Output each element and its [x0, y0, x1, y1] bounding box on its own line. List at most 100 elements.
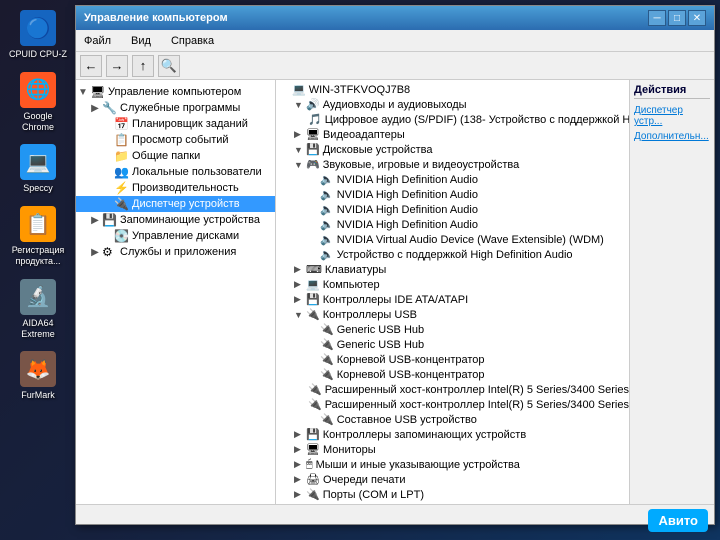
device-item-26[interactable]: ▶ 🖨 Очереди печати	[276, 472, 629, 487]
desktop-icon-speccy[interactable]: 💻 Speccy	[8, 144, 68, 194]
menu-file[interactable]: Файл	[80, 34, 115, 48]
dev-icon: 🔈	[320, 248, 334, 261]
device-item-12[interactable]: ▶ ⌨ Клавиатуры	[276, 262, 629, 277]
tree-label: Производительность	[132, 182, 239, 194]
desktop-icon-chrome[interactable]: 🌐 Google Chrome	[8, 72, 68, 133]
device-item-20[interactable]: 🔌 Расширенный хост-контроллер Intel(R) 5…	[276, 382, 629, 397]
left-tree-item-10[interactable]: ▶ ⚙ Службы и приложения	[76, 244, 275, 260]
left-tree-item-9[interactable]: 💽 Управление дисками	[76, 228, 275, 244]
search-button[interactable]: 🔍	[158, 55, 180, 77]
dev-icon: 🔌	[320, 353, 334, 366]
left-panel[interactable]: ▼ 🖥 Управление компьютером ▶ 🔧 Служебные…	[76, 80, 276, 504]
dev-icon: 🖥	[306, 128, 320, 141]
device-item-1[interactable]: ▼ 🔊 Аудиовходы и аудиовыходы	[276, 97, 629, 112]
dev-label: Компьютер	[323, 279, 380, 291]
up-button[interactable]: ↑	[132, 55, 154, 77]
dev-label: Цифровое аудио (S/PDIF) (138- Устройство…	[325, 114, 629, 126]
dev-icon: 💻	[306, 278, 320, 291]
expand-arrow: ▶	[294, 279, 306, 290]
left-tree-item-2[interactable]: 📅 Планировщик заданий	[76, 116, 275, 132]
right-panel[interactable]: 💻 WIN-3TFKVOQJ7B8 ▼ 🔊 Аудиовходы и аудио…	[276, 80, 629, 504]
actions-title: Действия	[634, 84, 710, 99]
dev-icon: 🔊	[306, 98, 320, 111]
left-tree-item-3[interactable]: 📋 Просмотр событий	[76, 132, 275, 148]
dev-label: Generic USB Hub	[337, 339, 424, 351]
desktop-icon-furmark[interactable]: 🦊 FurMark	[8, 351, 68, 401]
dev-label: Аудиовходы и аудиовыходы	[323, 99, 467, 111]
device-item-19[interactable]: 🔌 Корневой USB-концентратор	[276, 367, 629, 382]
device-item-15[interactable]: ▼ 🔌 Контроллеры USB	[276, 307, 629, 322]
dev-label: Очереди печати	[323, 474, 406, 486]
tree-arrow: ▶	[88, 103, 102, 114]
device-item-18[interactable]: 🔌 Корневой USB-концентратор	[276, 352, 629, 367]
maximize-button[interactable]: □	[668, 10, 686, 26]
device-item-2[interactable]: 🎵 Цифровое аудио (S/PDIF) (138- Устройст…	[276, 112, 629, 127]
desktop-icon-cpuid[interactable]: 🔵 CPUID CPU-Z	[8, 10, 68, 60]
device-item-8[interactable]: 🔈 NVIDIA High Definition Audio	[276, 202, 629, 217]
device-item-4[interactable]: ▼ 💾 Дисковые устройства	[276, 142, 629, 157]
menu-bar: Файл Вид Справка	[76, 30, 714, 52]
dev-label: Generic USB Hub	[337, 324, 424, 336]
left-tree-item-8[interactable]: ▶ 💾 Запоминающие устройства	[76, 212, 275, 228]
device-item-24[interactable]: ▶ 🖥 Мониторы	[276, 442, 629, 457]
minimize-button[interactable]: ─	[648, 10, 666, 26]
expand-arrow: ▶	[294, 459, 306, 470]
action-link-1[interactable]: Диспетчер устр...	[634, 105, 710, 127]
device-item-0[interactable]: 💻 WIN-3TFKVOQJ7B8	[276, 82, 629, 97]
device-item-3[interactable]: ▶ 🖥 Видеоадаптеры	[276, 127, 629, 142]
tree-arrow: ▶	[88, 215, 102, 226]
left-tree-item-7[interactable]: 🔌 Диспетчер устройств	[76, 196, 275, 212]
expand-arrow: ▼	[294, 310, 306, 320]
device-item-22[interactable]: 🔌 Составное USB устройство	[276, 412, 629, 427]
device-item-25[interactable]: ▶ 🖱 Мыши и иные указывающие устройства	[276, 457, 629, 472]
left-tree-item-0[interactable]: ▼ 🖥 Управление компьютером	[76, 84, 275, 100]
device-item-27[interactable]: ▶ 🔌 Порты (COM и LPT)	[276, 487, 629, 502]
title-bar-controls: ─ □ ✕	[648, 10, 706, 26]
expand-arrow: ▼	[294, 145, 306, 155]
avito-badge: Авито	[648, 509, 708, 532]
dev-label: Расширенный хост-контроллер Intel(R) 5 S…	[325, 399, 629, 411]
left-tree-item-1[interactable]: ▶ 🔧 Служебные программы	[76, 100, 275, 116]
back-button[interactable]: ←	[80, 55, 102, 77]
expand-arrow: ▶	[294, 294, 306, 305]
desktop-icons-container: 🔵 CPUID CPU-Z 🌐 Google Chrome 💻 Speccy 📋…	[8, 10, 68, 401]
menu-view[interactable]: Вид	[127, 34, 155, 48]
dev-icon: 🔌	[320, 338, 334, 351]
device-item-5[interactable]: ▼ 🎮 Звуковые, игровые и видеоустройства	[276, 157, 629, 172]
dev-label: Контроллеры IDE ATA/ATAPI	[323, 294, 468, 306]
actions-panel: Действия Диспетчер устр... Дополнительн.…	[629, 80, 714, 504]
device-item-14[interactable]: ▶ 💾 Контроллеры IDE ATA/ATAPI	[276, 292, 629, 307]
dev-label: NVIDIA High Definition Audio	[337, 204, 478, 216]
status-bar	[76, 504, 714, 524]
device-item-13[interactable]: ▶ 💻 Компьютер	[276, 277, 629, 292]
device-item-23[interactable]: ▶ 💾 Контроллеры запоминающих устройств	[276, 427, 629, 442]
device-item-6[interactable]: 🔈 NVIDIA High Definition Audio	[276, 172, 629, 187]
desktop-icon-aida64[interactable]: 🔬 AIDA64 Extreme	[8, 279, 68, 340]
tree-label: Локальные пользователи	[132, 166, 262, 178]
device-item-17[interactable]: 🔌 Generic USB Hub	[276, 337, 629, 352]
dev-label: Устройство с поддержкой High Definition …	[337, 249, 573, 261]
left-tree-item-4[interactable]: 📁 Общие папки	[76, 148, 275, 164]
close-button[interactable]: ✕	[688, 10, 706, 26]
device-item-9[interactable]: 🔈 NVIDIA High Definition Audio	[276, 217, 629, 232]
forward-button[interactable]: →	[106, 55, 128, 77]
toolbar: ← → ↑ 🔍	[76, 52, 714, 80]
device-item-11[interactable]: 🔈 Устройство с поддержкой High Definitio…	[276, 247, 629, 262]
tree-label: Планировщик заданий	[132, 118, 248, 130]
desktop-icon-reg[interactable]: 📋 Регистрация продукта...	[8, 206, 68, 267]
device-item-10[interactable]: 🔈 NVIDIA Virtual Audio Device (Wave Exte…	[276, 232, 629, 247]
tree-icon: 🔌	[114, 197, 130, 211]
left-tree-item-5[interactable]: 👥 Локальные пользователи	[76, 164, 275, 180]
device-item-21[interactable]: 🔌 Расширенный хост-контроллер Intel(R) 5…	[276, 397, 629, 412]
action-link-2[interactable]: Дополнительн...	[634, 131, 710, 142]
content-area: ▼ 🖥 Управление компьютером ▶ 🔧 Служебные…	[76, 80, 714, 504]
tree-arrow: ▼	[76, 87, 90, 98]
menu-help[interactable]: Справка	[167, 34, 218, 48]
tree-icon: ⚡	[114, 181, 130, 195]
device-item-7[interactable]: 🔈 NVIDIA High Definition Audio	[276, 187, 629, 202]
left-tree-item-6[interactable]: ⚡ Производительность	[76, 180, 275, 196]
reg-label: Регистрация продукта...	[8, 245, 68, 267]
expand-arrow: ▶	[294, 444, 306, 455]
dev-label: Звуковые, игровые и видеоустройства	[323, 159, 520, 171]
device-item-16[interactable]: 🔌 Generic USB Hub	[276, 322, 629, 337]
